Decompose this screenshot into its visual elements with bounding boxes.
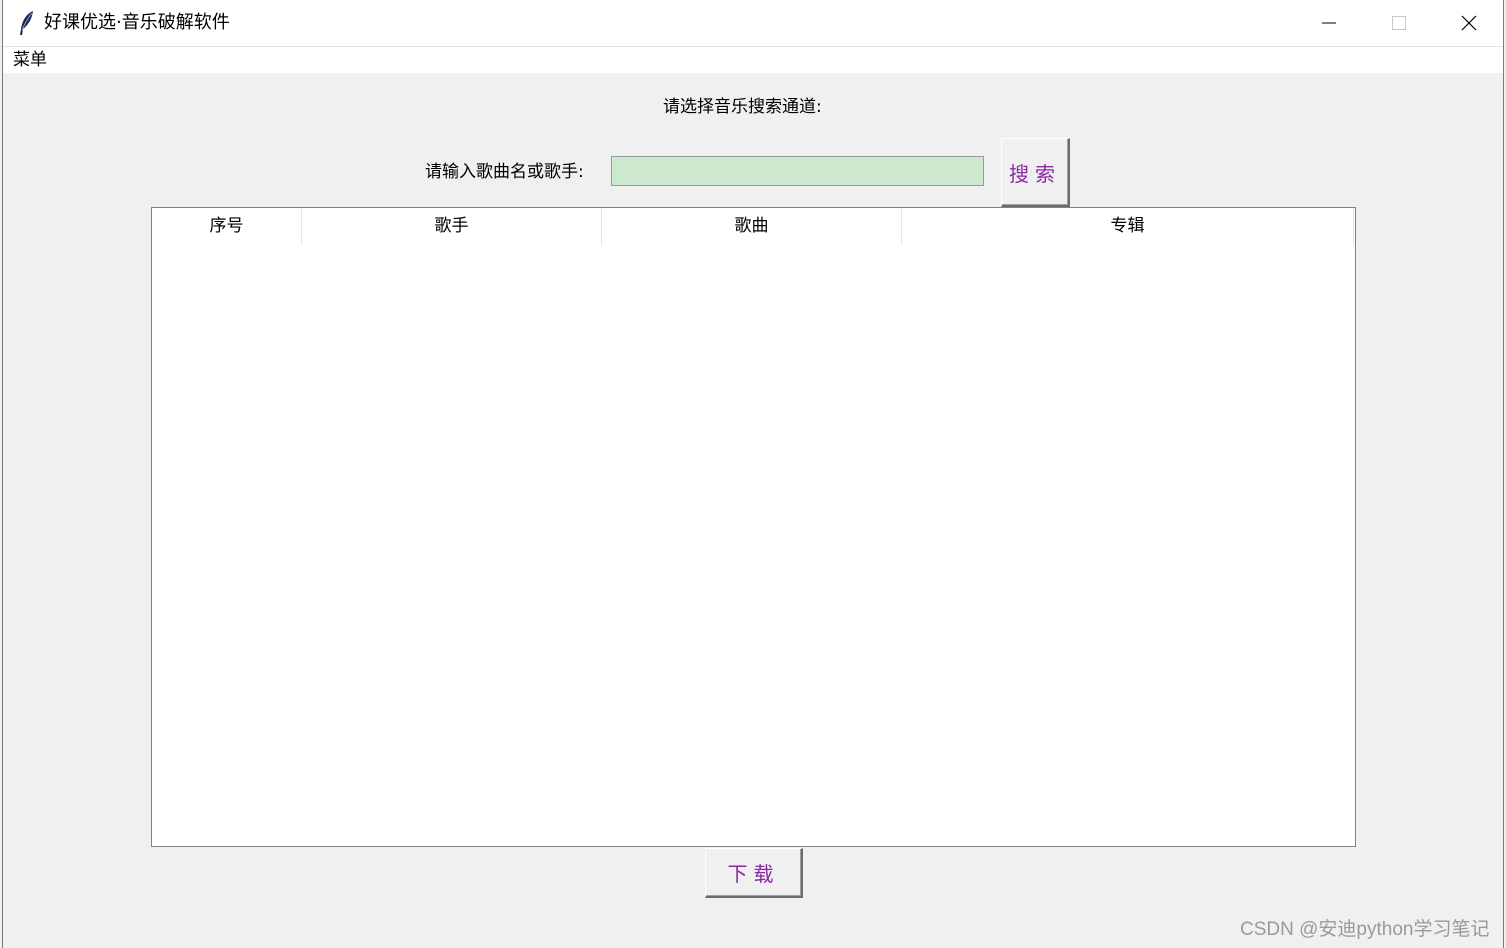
minimize-icon (1322, 22, 1336, 24)
menu-item-main[interactable]: 菜单 (13, 49, 47, 71)
menu-bar: 菜单 (3, 47, 1503, 73)
maximize-button[interactable] (1364, 0, 1434, 46)
window-title: 好课优选·音乐破解软件 (44, 12, 230, 33)
watermark: CSDN @安迪python学习笔记 (1240, 919, 1490, 940)
results-table[interactable]: 序号 歌手 歌曲 专辑 (151, 207, 1356, 847)
minimize-button[interactable] (1294, 0, 1364, 46)
close-button[interactable] (1434, 0, 1504, 46)
search-button[interactable]: 搜索 (1001, 138, 1070, 207)
maximize-icon (1392, 16, 1406, 30)
download-button[interactable]: 下载 (705, 848, 803, 898)
close-icon (1461, 15, 1477, 31)
search-label: 请输入歌曲名或歌手: (425, 162, 584, 182)
column-header-album[interactable]: 专辑 (902, 208, 1354, 245)
column-header-song[interactable]: 歌曲 (602, 208, 902, 245)
table-header: 序号 歌手 歌曲 专辑 (152, 208, 1355, 245)
channel-label: 请选择音乐搜索通道: (663, 97, 822, 117)
title-bar: 好课优选·音乐破解软件 (3, 0, 1503, 47)
search-input[interactable] (611, 156, 984, 186)
feather-icon (17, 10, 37, 36)
app-window: 好课优选·音乐破解软件 菜单 请选择音乐搜索通道: 请输入歌曲名或歌手: 搜索 … (2, 0, 1504, 948)
column-header-singer[interactable]: 歌手 (302, 208, 602, 245)
column-header-index[interactable]: 序号 (152, 208, 302, 245)
